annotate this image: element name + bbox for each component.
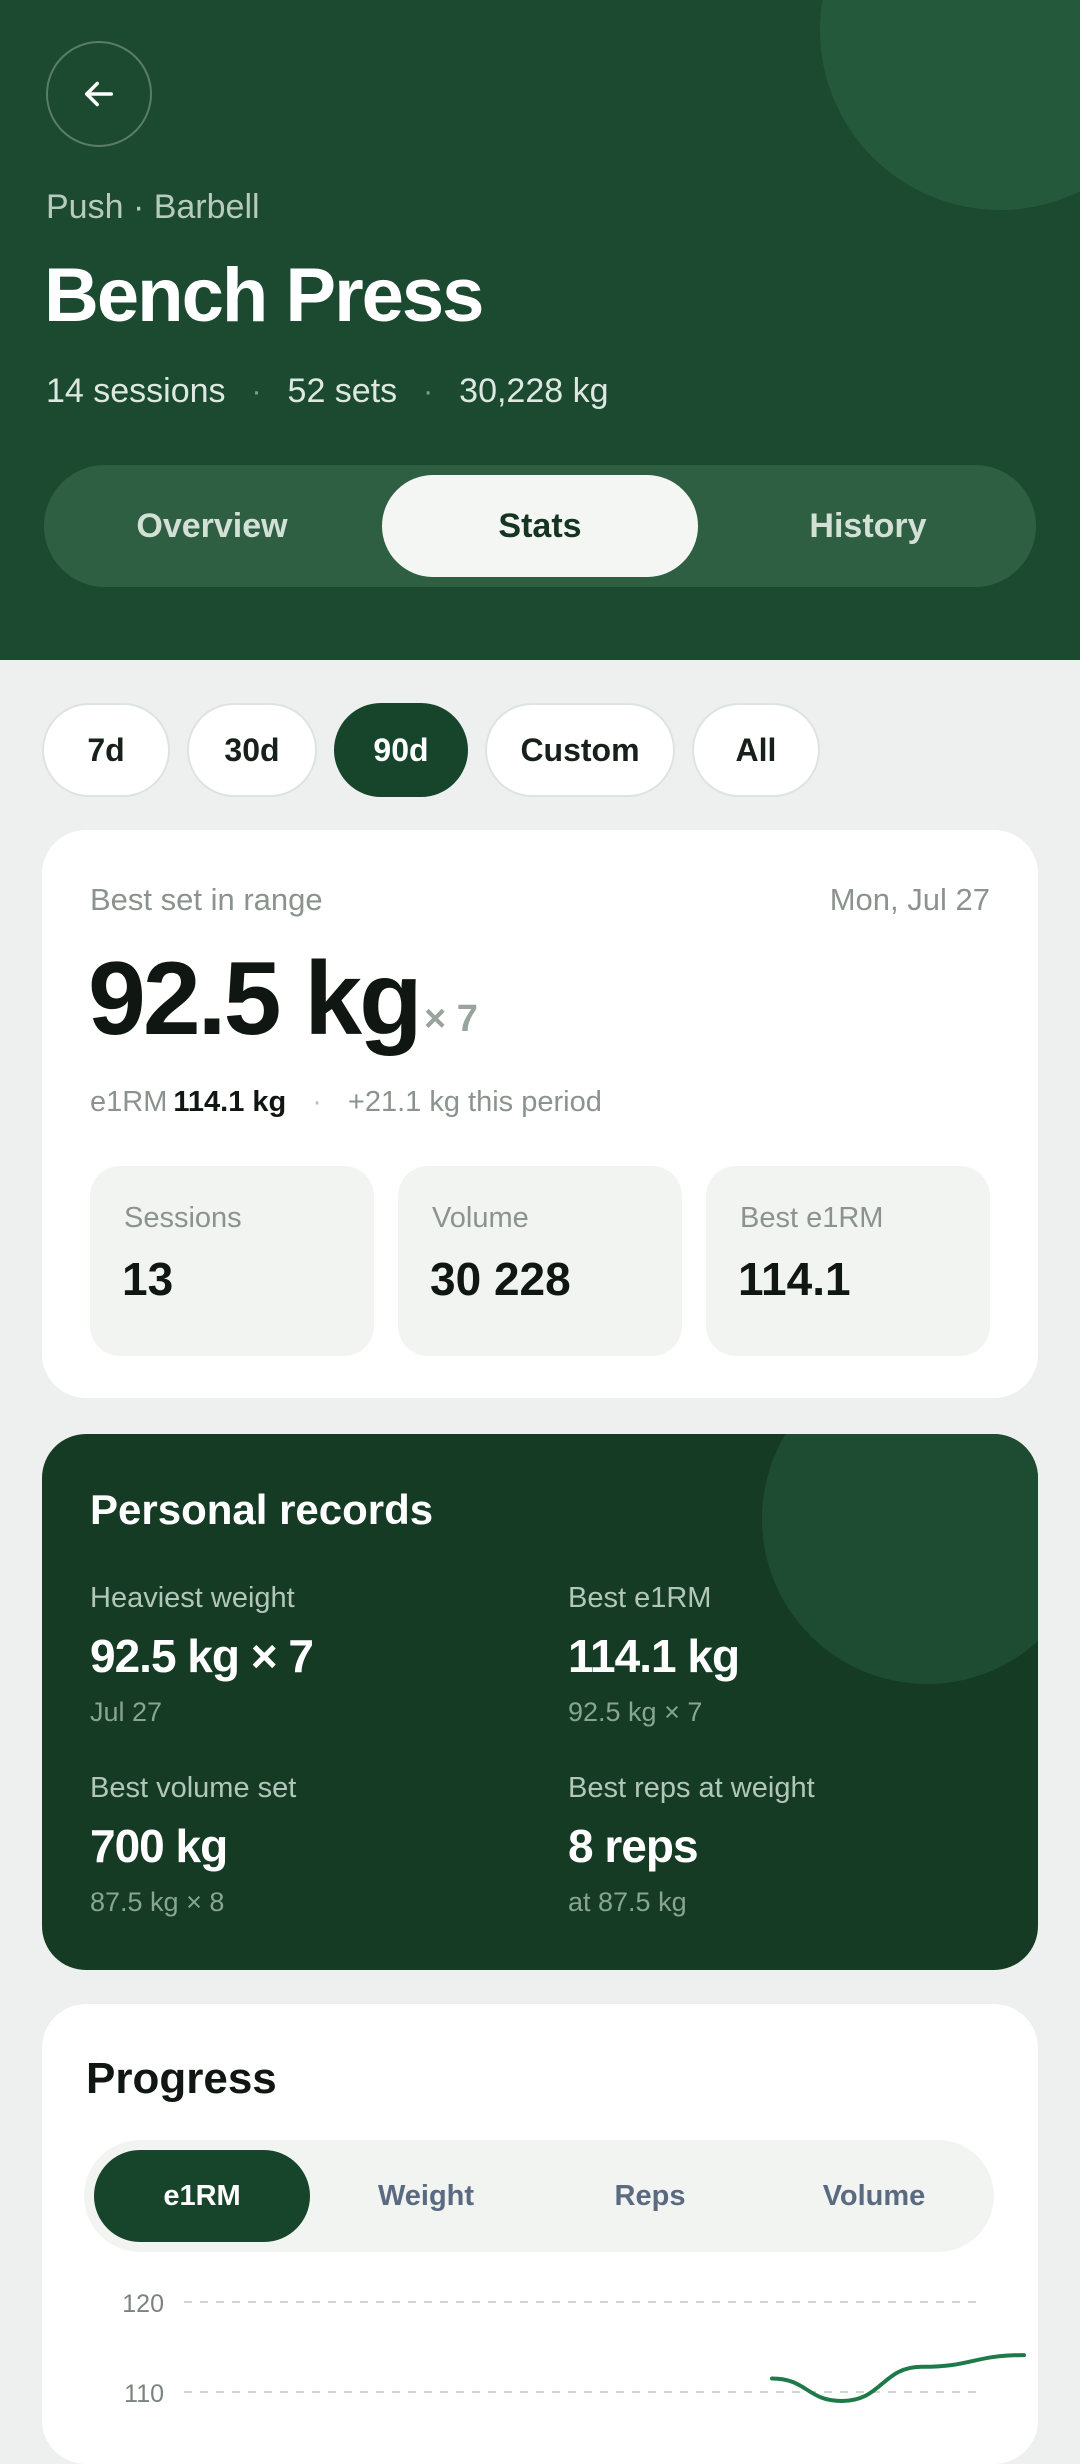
progress-card: Progress e1RM Weight Reps Volume 120 110	[42, 2004, 1038, 2464]
best-set-card: Best set in range Mon, Jul 27 92.5 kg × …	[42, 830, 1038, 1398]
sets-count: 52 sets	[287, 372, 398, 410]
tab-overview[interactable]: Overview	[54, 475, 370, 577]
meta-separator: ·	[423, 374, 434, 408]
exercise-header: Push · Barbell Bench Press 14 sessions ·…	[0, 0, 1080, 660]
metric-tab-reps[interactable]: Reps	[542, 2150, 758, 2242]
best-set-summary: e1RM 114.1 kg · +21.1 kg this period	[90, 1086, 602, 1119]
range-chip-all[interactable]: All	[692, 703, 820, 797]
stat-value: 114.1	[738, 1253, 851, 1305]
stat-label: Sessions	[124, 1202, 242, 1234]
range-chip-custom[interactable]: Custom	[485, 703, 675, 797]
back-button[interactable]	[46, 41, 152, 147]
best-set-weight: 92.5 kg	[88, 941, 423, 1057]
records-decoration	[762, 1434, 1038, 1684]
record-best-e1rm: Best e1RM 114.1 kg 92.5 kg × 7	[568, 1582, 740, 1728]
record-value: 114.1 kg	[568, 1630, 740, 1682]
best-set-label: Best set in range	[90, 882, 323, 917]
range-chip-90d[interactable]: 90d	[334, 703, 468, 797]
stat-label: Best e1RM	[740, 1202, 884, 1234]
record-best-volume-set: Best volume set 700 kg 87.5 kg × 8	[90, 1772, 296, 1918]
record-detail: 92.5 kg × 7	[568, 1697, 703, 1727]
personal-records-card: Personal records Heaviest weight 92.5 kg…	[42, 1434, 1038, 1970]
range-chip-7d[interactable]: 7d	[42, 703, 170, 797]
record-detail: Jul 27	[90, 1697, 163, 1727]
record-value: 8 reps	[568, 1820, 699, 1872]
record-heaviest-weight: Heaviest weight 92.5 kg × 7 Jul 27	[90, 1582, 314, 1728]
record-best-reps: Best reps at weight 8 reps at 87.5 kg	[568, 1772, 815, 1918]
tab-stats[interactable]: Stats	[382, 475, 698, 577]
record-detail: 87.5 kg × 8	[90, 1887, 225, 1917]
metric-tab-e1rm[interactable]: e1RM	[94, 2150, 310, 2242]
record-label: Best volume set	[90, 1772, 297, 1804]
exercise-category: Push · Barbell	[46, 188, 260, 226]
period-change: +21.1 kg this period	[347, 1086, 602, 1118]
sessions-count: 14 sessions	[46, 372, 226, 410]
y-tick-label: 110	[124, 2380, 164, 2408]
records-title: Personal records	[90, 1486, 434, 1533]
metric-tabs: e1RM Weight Reps Volume	[84, 2140, 994, 2252]
record-label: Best reps at weight	[568, 1772, 815, 1804]
metric-tab-volume[interactable]: Volume	[766, 2150, 982, 2242]
tab-history[interactable]: History	[710, 475, 1026, 577]
progress-chart: 120 110	[122, 2290, 1026, 2408]
record-detail: at 87.5 kg	[568, 1887, 687, 1917]
stat-value: 30 228	[430, 1253, 571, 1305]
range-chip-30d[interactable]: 30d	[187, 703, 317, 797]
e1rm-label: e1RM	[90, 1086, 168, 1118]
summary-separator: ·	[312, 1086, 322, 1118]
progress-title: Progress	[86, 2054, 277, 2103]
exercise-meta: 14 sessions · 52 sets · 30,228 kg	[46, 372, 609, 411]
record-label: Heaviest weight	[90, 1582, 295, 1614]
header-decoration	[820, 0, 1080, 210]
meta-separator: ·	[251, 374, 262, 408]
best-set-date: Mon, Jul 27	[829, 882, 990, 917]
view-tabs: Overview Stats History	[44, 465, 1036, 587]
total-volume: 30,228 kg	[459, 372, 609, 410]
stat-tile-best-e1rm: Best e1RM 114.1	[706, 1166, 990, 1356]
page-title: Bench Press	[44, 253, 484, 338]
stat-tile-sessions: Sessions 13	[90, 1166, 374, 1356]
best-set-reps: × 7	[424, 998, 478, 1040]
stat-value: 13	[122, 1253, 174, 1305]
e1rm-value: 114.1 kg	[173, 1086, 287, 1118]
metric-tab-weight[interactable]: Weight	[318, 2150, 534, 2242]
arrow-left-icon	[85, 81, 113, 107]
record-value: 92.5 kg × 7	[90, 1630, 314, 1682]
record-label: Best e1RM	[568, 1582, 712, 1614]
y-tick-label: 120	[122, 2290, 164, 2318]
record-value: 700 kg	[90, 1820, 228, 1872]
stat-tile-volume: Volume 30 228	[398, 1166, 682, 1356]
stat-label: Volume	[432, 1202, 529, 1234]
e1rm-series-line	[770, 2353, 1026, 2404]
